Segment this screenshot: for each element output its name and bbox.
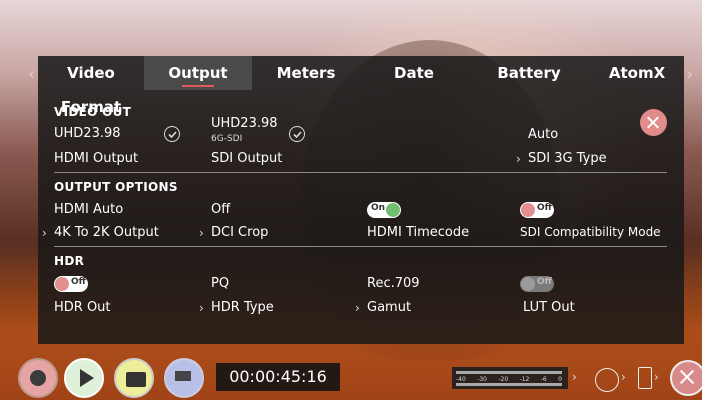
hdmi-timecode-label: HDMI Timecode (367, 225, 470, 240)
hdr-type-value[interactable]: PQ (211, 276, 229, 291)
divider (54, 246, 667, 247)
hdmi-auto-value[interactable]: HDMI Auto (54, 202, 123, 217)
gamut-value[interactable]: Rec.709 (367, 276, 420, 291)
timecode-display[interactable]: 00:00:45:16 (216, 363, 340, 391)
dci-crop-label[interactable]: DCI Crop (211, 225, 268, 240)
chevron-right-icon: › (199, 226, 204, 240)
hdr-heading: HDR (54, 254, 85, 268)
sdi-compatibility-toggle[interactable]: Off (520, 202, 554, 218)
hdr-out-label: HDR Out (54, 300, 111, 315)
tab-battery[interactable]: Battery (468, 56, 590, 90)
chevron-right-icon: › (42, 226, 47, 240)
hdr-out-toggle[interactable]: Off (54, 276, 88, 292)
meter-bar (456, 371, 562, 374)
tab-meters[interactable]: Meters (252, 56, 360, 90)
chevron-right-icon: › (621, 370, 626, 384)
audio-meter[interactable]: -40 -30 -20 -12 -6 0 (452, 367, 568, 389)
stack-tools-button[interactable] (164, 358, 204, 398)
sdi-compatibility-label: SDI Compatibility Mode (520, 225, 661, 239)
sdi-output-sub: 6G-SDI (211, 134, 243, 144)
tab-date[interactable]: Date (360, 56, 468, 90)
tab-atomx[interactable]: AtomX (590, 56, 684, 90)
close-panel-button[interactable] (640, 109, 667, 136)
chevron-right-icon: › (516, 152, 521, 166)
hdmi-output-value[interactable]: UHD23.98 (54, 126, 121, 141)
output-options-heading: OUTPUT OPTIONS (54, 180, 178, 194)
tab-output[interactable]: Output (144, 56, 252, 90)
meter-tick: -6 (540, 376, 547, 383)
hdmi-check-icon (164, 126, 180, 142)
chevron-right-icon: › (654, 370, 659, 384)
tabs-left-arrow-icon[interactable]: ‹ (28, 64, 35, 85)
record-button[interactable] (18, 358, 58, 398)
chevron-right-icon: › (355, 301, 360, 315)
settings-panel (38, 56, 684, 344)
hdmi-output-label: HDMI Output (54, 151, 139, 166)
meter-tick: -40 (456, 376, 466, 383)
dci-crop-value[interactable]: Off (211, 202, 230, 217)
hdr-type-label[interactable]: HDR Type (211, 300, 274, 315)
gamut-label[interactable]: Gamut (367, 300, 411, 315)
hdmi-timecode-toggle[interactable]: On (367, 202, 401, 218)
tab-bar: Video Format Output Meters Date Battery … (38, 56, 684, 116)
sdi-output-label: SDI Output (211, 151, 283, 166)
lut-out-label: LUT Out (523, 300, 575, 315)
chevron-right-icon: › (199, 301, 204, 315)
meter-tick: 0 (558, 376, 562, 383)
meter-tick: -20 (498, 376, 509, 383)
play-button[interactable] (64, 358, 104, 398)
4k-to-2k-output-label[interactable]: 4K To 2K Output (54, 225, 159, 240)
meter-tick: -12 (519, 376, 530, 383)
video-out-heading: VIDEO OUT (54, 105, 132, 119)
sdi-output-value[interactable]: UHD23.98 (211, 116, 278, 131)
monitor-mode-button[interactable] (114, 358, 154, 398)
exit-button[interactable] (670, 360, 702, 396)
meter-tick: -30 (477, 376, 487, 383)
tab-video-format[interactable]: Video Format (38, 56, 144, 116)
meter-bar (456, 383, 562, 386)
lut-out-toggle[interactable]: Off (520, 276, 554, 292)
sdi-3g-type-label[interactable]: SDI 3G Type (528, 151, 607, 166)
tabs-right-arrow-icon[interactable]: › (686, 64, 693, 85)
sdi-3g-type-value[interactable]: Auto (528, 127, 558, 142)
chevron-right-icon: › (572, 370, 577, 384)
sdi-check-icon (289, 126, 305, 142)
folder-icon[interactable] (595, 368, 619, 392)
divider (54, 172, 667, 173)
battery-icon[interactable] (638, 367, 652, 389)
meter-scale: -40 -30 -20 -12 -6 0 (456, 376, 562, 383)
